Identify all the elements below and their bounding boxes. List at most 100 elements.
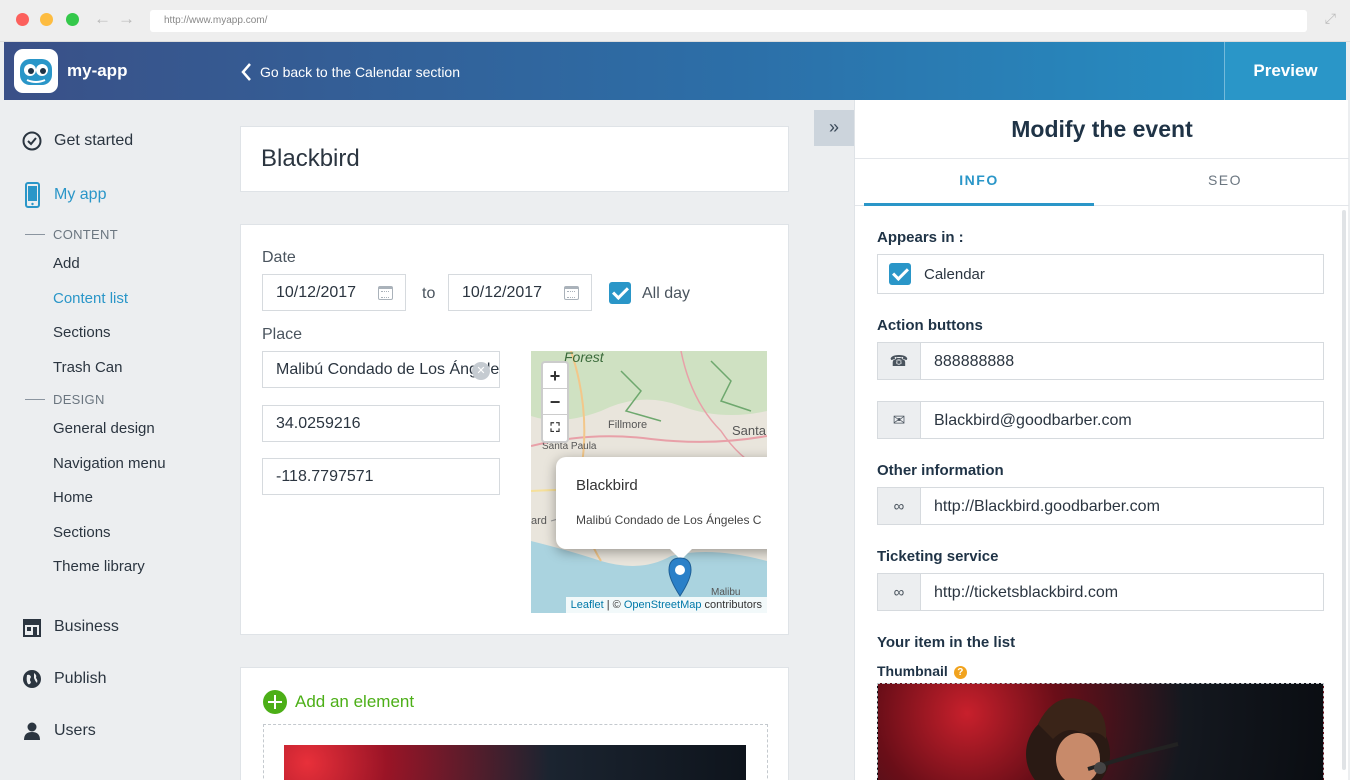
calendar-icon[interactable] bbox=[378, 286, 393, 300]
link-icon: ∞ bbox=[878, 574, 921, 610]
sidebar-subitem-sections[interactable]: Sections bbox=[53, 324, 111, 341]
browser-forward-icon[interactable]: → bbox=[118, 9, 135, 29]
map-label-forest: Forest bbox=[564, 351, 604, 365]
sidebar-label: My app bbox=[54, 186, 107, 203]
place-field[interactable]: Malibú Condado de Los Ángeles ✕ bbox=[262, 351, 500, 388]
event-title-card bbox=[240, 126, 789, 192]
add-element-card: Add an element bbox=[240, 667, 789, 780]
end-date-field[interactable]: 10/12/2017 bbox=[448, 274, 592, 311]
fullscreen-icon[interactable]: ⛶ bbox=[543, 415, 567, 441]
place-value: Malibú Condado de Los Ángeles bbox=[276, 361, 500, 378]
ticketing-url-field[interactable]: ∞ http://ticketsblackbird.com bbox=[877, 573, 1324, 611]
fullscreen-toggle-icon[interactable]: ⤢ bbox=[1325, 10, 1336, 27]
panel-scrollbar[interactable] bbox=[1342, 210, 1346, 770]
panel-tabs: INFO SEO bbox=[855, 158, 1349, 206]
back-chevron-icon bbox=[241, 63, 251, 81]
app-header: my-app Go back to the Calendar section P… bbox=[4, 42, 1346, 100]
globe-icon bbox=[23, 670, 41, 688]
design-heading: DESIGN bbox=[25, 392, 105, 407]
place-label: Place bbox=[262, 326, 303, 343]
window-minimize-dot[interactable] bbox=[40, 13, 53, 26]
sidebar-item-users[interactable]: Users bbox=[22, 721, 96, 741]
collapse-panel-button[interactable]: » bbox=[814, 110, 854, 146]
tab-info[interactable]: INFO bbox=[864, 172, 1094, 188]
url-bar[interactable]: http://www.myapp.com/ bbox=[150, 10, 1307, 32]
sidebar-item-publish[interactable]: Publish bbox=[22, 669, 106, 689]
appears-in-calendar[interactable]: Calendar bbox=[877, 254, 1324, 294]
check-circle-icon bbox=[22, 131, 42, 151]
map-label-santa: Santa bbox=[732, 423, 766, 438]
clear-icon[interactable]: ✕ bbox=[472, 362, 490, 380]
email-field[interactable]: ✉ Blackbird@goodbarber.com bbox=[877, 401, 1324, 439]
calendar-checkbox[interactable] bbox=[889, 263, 911, 285]
double-chevron-right-icon: » bbox=[828, 117, 839, 137]
zoom-out-button[interactable]: − bbox=[543, 389, 567, 415]
phone-icon: ☎ bbox=[878, 343, 921, 379]
window-close-dot[interactable] bbox=[16, 13, 29, 26]
appears-in-label: Appears in : bbox=[877, 229, 964, 246]
all-day-label: All day bbox=[642, 285, 691, 302]
popup-title: Blackbird bbox=[576, 477, 638, 494]
sidebar-subitem-trash-can[interactable]: Trash Can bbox=[53, 359, 122, 376]
other-url-value: http://Blackbird.goodbarber.com bbox=[934, 498, 1160, 515]
location-map[interactable]: Forest Fillmore Santa Santa Paula ard Ma… bbox=[531, 351, 767, 613]
sidebar-label: Business bbox=[54, 618, 119, 635]
map-attribution: Leaflet | © OpenStreetMap contributors bbox=[565, 597, 767, 613]
add-element-label: Add an element bbox=[295, 692, 415, 711]
map-zoom-control: + − ⛶ bbox=[541, 361, 569, 443]
sidebar-subitem-home[interactable]: Home bbox=[53, 489, 93, 506]
phone-field[interactable]: ☎ 888888888 bbox=[877, 342, 1324, 380]
sidebar: Get started My app CONTENT Add Content l… bbox=[0, 100, 220, 780]
browser-back-icon[interactable]: ← bbox=[94, 9, 111, 29]
other-url-field[interactable]: ∞ http://Blackbird.goodbarber.com bbox=[877, 487, 1324, 525]
phone-device-icon bbox=[25, 182, 40, 208]
element-image-preview bbox=[284, 745, 746, 780]
start-date-value: 10/12/2017 bbox=[276, 284, 357, 301]
action-buttons-label: Action buttons bbox=[877, 317, 983, 334]
link-icon: ∞ bbox=[878, 488, 921, 524]
map-marker-icon[interactable] bbox=[667, 557, 693, 597]
sidebar-subitem-general-design[interactable]: General design bbox=[53, 420, 155, 437]
sidebar-label: Get started bbox=[54, 132, 134, 149]
envelope-icon: ✉ bbox=[878, 402, 921, 438]
sidebar-subitem-navigation-menu[interactable]: Navigation menu bbox=[53, 455, 166, 472]
event-title-input[interactable] bbox=[261, 145, 761, 173]
popup-address: Malibú Condado de Los Ángeles C bbox=[576, 513, 762, 527]
leaflet-link[interactable]: Leaflet bbox=[571, 599, 604, 611]
tab-seo[interactable]: SEO bbox=[1110, 172, 1340, 188]
end-date-value: 10/12/2017 bbox=[462, 284, 543, 301]
store-icon bbox=[23, 619, 41, 637]
sidebar-subitem-theme-library[interactable]: Theme library bbox=[53, 558, 145, 575]
sidebar-item-my-app[interactable]: My app bbox=[22, 182, 106, 208]
sidebar-subitem-content-list[interactable]: Content list bbox=[53, 290, 128, 307]
window-zoom-dot[interactable] bbox=[66, 13, 79, 26]
other-information-label: Other information bbox=[877, 462, 1004, 479]
longitude-field[interactable]: -118.7797571 bbox=[262, 458, 500, 495]
sidebar-label: Publish bbox=[54, 670, 107, 687]
sidebar-subitem-design-sections[interactable]: Sections bbox=[53, 524, 111, 541]
zoom-in-button[interactable]: + bbox=[543, 363, 567, 389]
preview-button[interactable]: Preview bbox=[1224, 42, 1346, 100]
back-to-calendar-link[interactable]: Go back to the Calendar section bbox=[240, 62, 460, 82]
map-label-fillmore: Fillmore bbox=[608, 419, 648, 431]
content-heading: CONTENT bbox=[25, 227, 118, 242]
osm-link[interactable]: OpenStreetMap bbox=[624, 599, 702, 611]
sidebar-subitem-add[interactable]: Add bbox=[53, 255, 80, 272]
sidebar-item-get-started[interactable]: Get started bbox=[22, 131, 133, 151]
calendar-checkbox-label: Calendar bbox=[924, 266, 985, 283]
event-details-card: Date 10/12/2017 to 10/12/2017 All day Pl… bbox=[240, 224, 789, 635]
thumbnail-image[interactable] bbox=[877, 683, 1324, 780]
modify-event-panel: Modify the event INFO SEO Appears in : C… bbox=[854, 100, 1349, 780]
add-element-button[interactable]: Add an element bbox=[263, 690, 414, 714]
latitude-value: 34.0259216 bbox=[276, 415, 361, 432]
element-dropzone[interactable] bbox=[263, 724, 768, 780]
panel-title: Modify the event bbox=[1011, 116, 1193, 142]
ticketing-service-label: Ticketing service bbox=[877, 548, 999, 565]
sidebar-item-business[interactable]: Business bbox=[22, 617, 119, 637]
all-day-checkbox[interactable] bbox=[609, 282, 631, 304]
start-date-field[interactable]: 10/12/2017 bbox=[262, 274, 406, 311]
latitude-field[interactable]: 34.0259216 bbox=[262, 405, 500, 442]
map-label-ard: ard bbox=[531, 515, 547, 527]
calendar-icon[interactable] bbox=[564, 286, 579, 300]
help-icon[interactable]: ? bbox=[953, 665, 967, 679]
